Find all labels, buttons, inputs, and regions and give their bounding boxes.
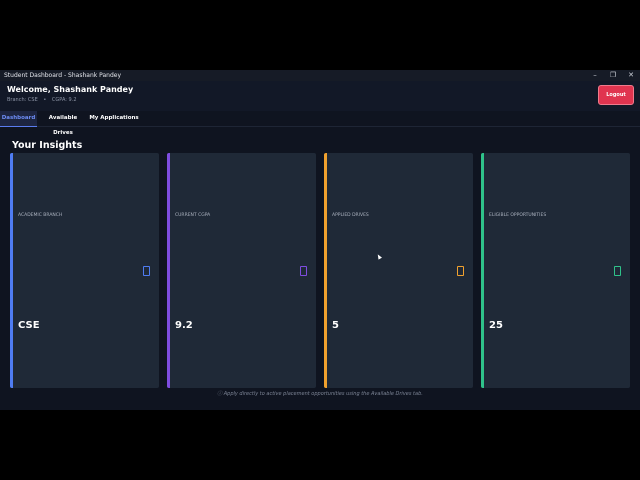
square-outline-icon	[143, 266, 150, 276]
card-accent-bar	[10, 153, 13, 388]
window-title: Student Dashboard - Shashank Pandey	[4, 72, 122, 79]
header: Welcome, Shashank Pandey Branch: CSE • C…	[0, 81, 640, 111]
tab-my-applications[interactable]: My Applications	[89, 111, 139, 126]
title-bar: Student Dashboard - Shashank Pandey – ❐ …	[0, 70, 640, 81]
student-info: Branch: CSE • CGPA: 9.2	[7, 97, 81, 103]
tab-bar: Dashboard Available Drives My Applicatio…	[0, 111, 640, 136]
card-accent-bar	[481, 153, 484, 388]
card-value: 25	[489, 320, 503, 331]
card-current-cgpa: CURRENT CGPA 9.2	[167, 153, 316, 388]
info-separator: •	[43, 97, 47, 103]
logout-button[interactable]: Logout	[598, 85, 634, 105]
card-label: ELIGIBLE OPPORTUNITIES	[489, 213, 547, 218]
branch-text: Branch: CSE	[7, 97, 38, 103]
footer-note: ⓘ Apply directly to active placement opp…	[217, 391, 423, 397]
card-academic-branch: ACADEMIC BRANCH CSE	[10, 153, 159, 388]
square-outline-icon	[614, 266, 621, 276]
card-label: APPLIED DRIVES	[332, 213, 369, 218]
welcome-heading: Welcome, Shashank Pandey	[7, 85, 134, 94]
card-label: CURRENT CGPA	[175, 213, 211, 218]
insights-heading: Your Insights	[12, 140, 83, 151]
card-accent-bar	[167, 153, 170, 388]
close-button[interactable]: ✕	[624, 71, 638, 80]
tab-available-drives[interactable]: Available Drives	[38, 111, 88, 136]
minimize-button[interactable]: –	[588, 71, 602, 80]
tab-dashboard[interactable]: Dashboard	[0, 111, 37, 127]
card-eligible-opportunities: ELIGIBLE OPPORTUNITIES 25	[481, 153, 630, 388]
card-value: 5	[332, 320, 339, 331]
app-window: Student Dashboard - Shashank Pandey – ❐ …	[0, 70, 640, 410]
card-accent-bar	[324, 153, 327, 388]
card-value: 9.2	[175, 320, 193, 331]
card-applied-drives: APPLIED DRIVES 5	[324, 153, 473, 388]
square-outline-icon	[457, 266, 464, 276]
cgpa-text: CGPA: 9.2	[51, 97, 77, 103]
card-label: ACADEMIC BRANCH	[18, 213, 63, 218]
card-value: CSE	[18, 320, 40, 331]
square-outline-icon	[300, 266, 307, 276]
maximize-button[interactable]: ❐	[606, 71, 620, 80]
